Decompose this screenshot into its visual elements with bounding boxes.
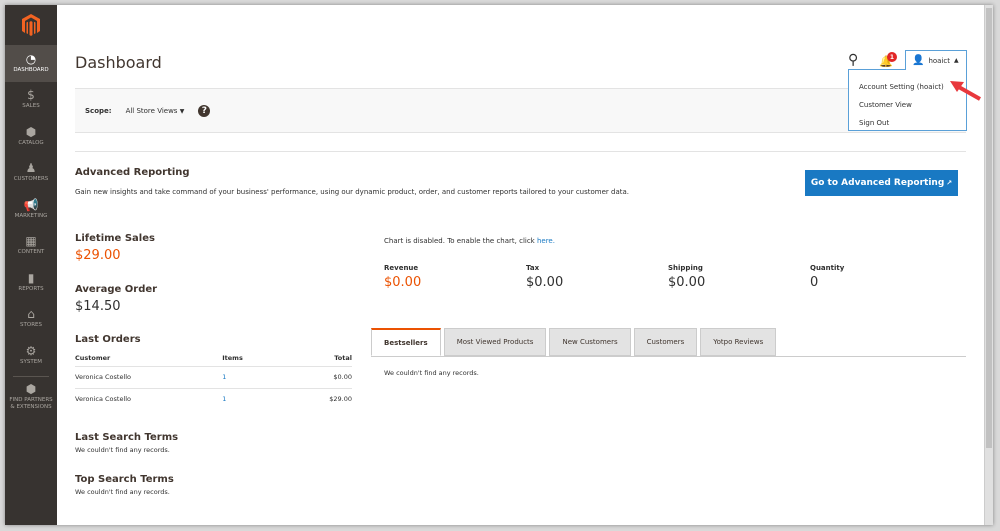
menu-account-setting[interactable]: Account Setting (hoaict)	[859, 78, 956, 96]
tab-new-customers[interactable]: New Customers	[549, 328, 631, 356]
external-link-icon: ↗	[946, 179, 953, 187]
average-order-value: $14.50	[75, 299, 121, 314]
tab-divider	[371, 356, 966, 357]
chart-disabled-text: Chart is disabled. To enable the chart, …	[384, 237, 537, 245]
scrollbar-thumb[interactable]	[986, 8, 992, 448]
storefront-icon: ⌂	[27, 307, 35, 322]
lifetime-sales-label: Lifetime Sales	[75, 233, 155, 244]
menu-sign-out[interactable]: Sign Out	[859, 114, 956, 132]
empty-message: We couldn't find any records.	[75, 488, 170, 496]
sidebar-item-system[interactable]: ⚙ SYSTEM	[5, 337, 57, 374]
bar-chart-icon: ▮	[27, 270, 35, 285]
sidebar-item-catalog[interactable]: ⬢ CATALOG	[5, 118, 57, 155]
box-icon: ⬢	[25, 382, 37, 397]
lifetime-sales-value: $29.00	[75, 248, 121, 263]
sidebar-item-customers[interactable]: ♟ CUSTOMERS	[5, 155, 57, 192]
dashboard-tabs: Bestsellers Most Viewed Products New Custo…	[371, 328, 777, 356]
sidebar-divider	[13, 375, 49, 377]
tab-customers[interactable]: Customers	[633, 328, 698, 356]
box-icon: ⬢	[25, 124, 37, 139]
search-icon[interactable]: ⚲	[848, 52, 858, 68]
sidebar-item-reports[interactable]: ▮ REPORTS	[5, 264, 57, 301]
go-to-advanced-reporting-button[interactable]: Go to Advanced Reporting ↗	[805, 170, 958, 196]
total-quantity: Quantity 0	[810, 264, 845, 290]
total-tax: Tax $0.00	[526, 264, 564, 290]
tab-yotpo-reviews[interactable]: Yotpo Reviews	[700, 328, 777, 356]
dollar-icon: $	[27, 88, 35, 103]
dashboard-icon: ◔	[25, 51, 37, 66]
empty-message: We couldn't find any records.	[75, 446, 170, 454]
notification-badge: 1	[887, 52, 897, 62]
top-search-terms-title: Top Search Terms	[75, 474, 174, 485]
sidebar-item-content[interactable]: ▦ CONTENT	[5, 228, 57, 265]
user-icon: 👤	[912, 55, 925, 66]
total-shipping: Shipping $0.00	[668, 264, 706, 290]
tab-bestsellers[interactable]: Bestsellers	[371, 328, 441, 356]
enable-chart-link[interactable]: here.	[537, 237, 555, 245]
scope-bar: Scope: All Store Views ▼ ?	[75, 88, 966, 133]
total-revenue: Revenue $0.00	[384, 264, 422, 290]
sidebar-item-stores[interactable]: ⌂ STORES	[5, 301, 57, 338]
tab-most-viewed-products[interactable]: Most Viewed Products	[443, 328, 547, 356]
caret-up-icon: ▲	[954, 57, 959, 64]
person-icon: ♟	[25, 161, 37, 176]
last-orders-title: Last Orders	[75, 334, 141, 345]
last-orders-table: Customer Items Total Veronica Costello 1 $0.…	[75, 350, 352, 410]
help-icon[interactable]: ?	[198, 104, 211, 117]
average-order-label: Average Order	[75, 284, 158, 295]
scope-switcher[interactable]: All Store Views ▼	[126, 107, 185, 115]
layout-icon: ▦	[25, 234, 37, 249]
sidebar-item-find-partners[interactable]: ⬢ FIND PARTNERS & EXTENSIONS	[5, 379, 57, 416]
gear-icon: ⚙	[25, 343, 37, 358]
table-row[interactable]: Veronica Costello 1 $29.00	[75, 387, 352, 410]
sidebar: ◔ DASHBOARD $ SALES ⬢ CATALOG ♟ CUSTOMERS 📢 MARKE…	[5, 5, 57, 525]
caret-down-icon: ▼	[179, 107, 185, 115]
menu-customer-view[interactable]: Customer View	[859, 96, 956, 114]
magento-logo[interactable]	[5, 5, 57, 45]
table-row[interactable]: Veronica Costello 1 $0.00	[75, 365, 352, 388]
megaphone-icon: 📢	[23, 197, 39, 212]
red-arrow-annotation	[950, 81, 981, 101]
last-search-terms-title: Last Search Terms	[75, 432, 179, 443]
tab-empty-message: We couldn't find any records.	[384, 369, 479, 377]
admin-window: ◔ DASHBOARD $ SALES ⬢ CATALOG ♟ CUSTOMERS 📢 MARKE…	[5, 5, 993, 525]
advanced-reporting-title: Advanced Reporting	[75, 167, 190, 178]
page-title: Dashboard	[75, 53, 162, 72]
divider	[75, 151, 966, 152]
sidebar-item-marketing[interactable]: 📢 MARKETING	[5, 191, 57, 228]
scrollbar[interactable]	[984, 5, 993, 525]
sidebar-item-sales[interactable]: $ SALES	[5, 82, 57, 119]
advanced-reporting-text: Gain new insights and take command of yo…	[75, 188, 630, 196]
sidebar-item-dashboard[interactable]: ◔ DASHBOARD	[5, 45, 57, 82]
user-menu-button[interactable]: 👤 hoaict ▲	[905, 50, 967, 70]
